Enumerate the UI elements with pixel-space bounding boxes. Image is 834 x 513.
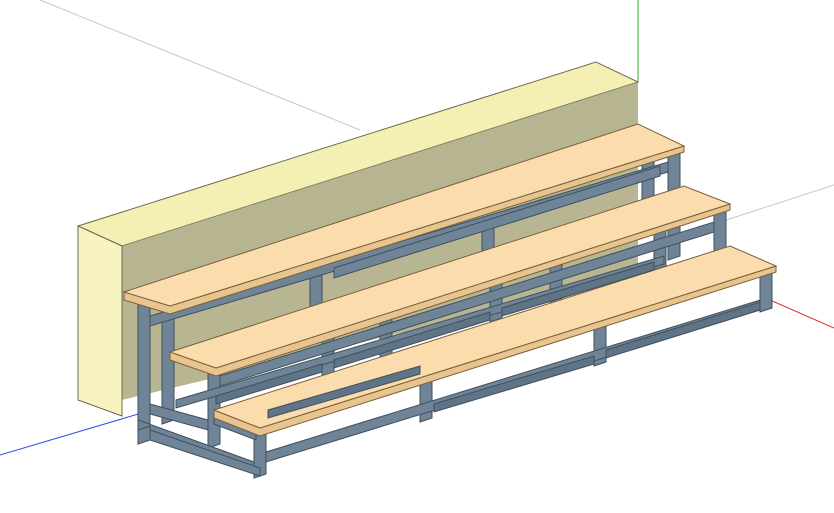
scene-canvas[interactable] [0, 0, 834, 513]
grid-line-back [39, 0, 361, 131]
3d-viewport[interactable] [0, 0, 834, 513]
z-axis-line [0, 411, 146, 456]
wall-front-face [77, 225, 123, 417]
x-axis-line [769, 299, 834, 329]
